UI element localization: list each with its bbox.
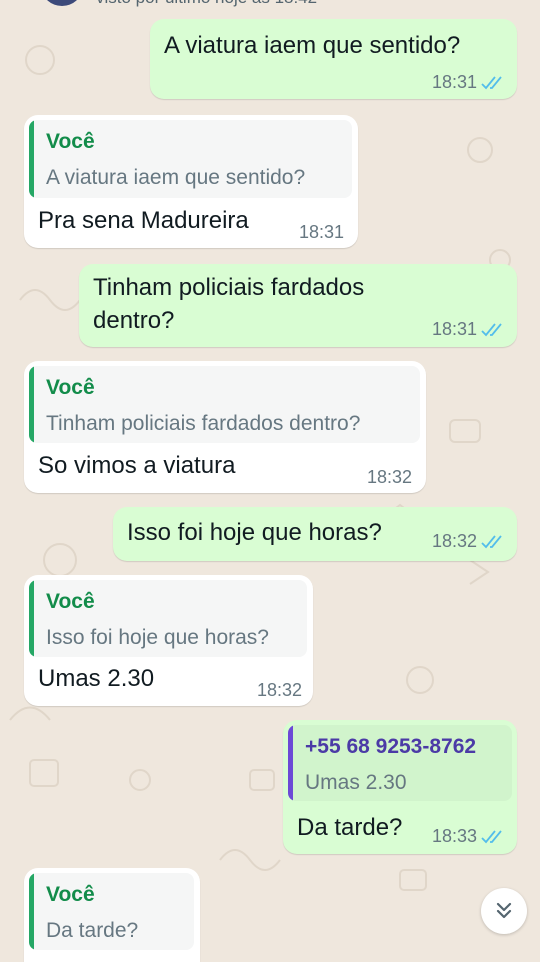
message-meta: 18:33 bbox=[432, 826, 505, 847]
message-text: So vimos a viatura bbox=[38, 452, 236, 479]
message-bubble-outgoing[interactable]: Isso foi hoje que horas? 18:32 bbox=[113, 507, 517, 561]
quote-accent-bar bbox=[288, 725, 293, 801]
quoted-message[interactable]: +55 68 9253-8762 Umas 2.30 bbox=[288, 725, 512, 801]
message-meta: 18:32 bbox=[367, 467, 412, 488]
message-meta: 18:31 bbox=[432, 319, 505, 340]
quote-accent-bar bbox=[29, 873, 34, 950]
read-ticks-icon bbox=[481, 75, 502, 89]
quote-text: Tinham policiais fardados dentro? bbox=[46, 412, 361, 435]
read-ticks-icon bbox=[481, 534, 502, 548]
message-meta: 18:32 bbox=[257, 680, 302, 701]
quote-text: Umas 2.30 bbox=[305, 771, 407, 794]
message-text: Umas 2.30 bbox=[38, 665, 155, 692]
chat-header: visto por último hoje às 18:42 bbox=[0, 0, 540, 8]
message-bubble-incoming[interactable]: Você Isso foi hoje que horas? Umas 2.30 … bbox=[24, 575, 313, 706]
message-text: Da tarde? bbox=[297, 814, 403, 841]
message-time: 18:31 bbox=[298, 222, 344, 242]
message-bubble-incoming[interactable]: Você A viatura iaem que sentido? Pra sen… bbox=[24, 115, 358, 248]
quoted-message[interactable]: Você Isso foi hoje que horas? bbox=[29, 580, 307, 657]
quoted-message[interactable]: Você Tinham policiais fardados dentro? bbox=[29, 366, 420, 443]
quote-author: Você bbox=[46, 590, 95, 613]
quote-author: +55 68 9253-8762 bbox=[305, 735, 477, 758]
quote-accent-bar bbox=[29, 366, 34, 443]
message-text: Isso foi hoje que horas? bbox=[127, 519, 382, 546]
quote-text: A viatura iaem que sentido? bbox=[46, 166, 306, 189]
quote-author: Você bbox=[46, 130, 95, 153]
message-time: 18:32 bbox=[366, 467, 412, 487]
message-bubble-incoming[interactable]: Você Tinham policiais fardados dentro? S… bbox=[24, 361, 426, 493]
message-meta: 18:31 bbox=[299, 222, 344, 243]
message-time: 18:32 bbox=[431, 531, 477, 551]
message-time: 18:31 bbox=[431, 72, 477, 92]
quoted-message[interactable]: Você A viatura iaem que sentido? bbox=[29, 120, 352, 198]
message-time: 18:33 bbox=[431, 826, 477, 846]
message-time: 18:31 bbox=[431, 319, 477, 339]
quoted-message[interactable]: Você Da tarde? bbox=[29, 873, 194, 950]
last-seen-status: visto por último hoje às 18:42 bbox=[96, 0, 317, 8]
message-text-line: dentro? bbox=[93, 307, 175, 334]
read-ticks-icon bbox=[481, 322, 502, 336]
message-meta: 18:31 bbox=[432, 72, 505, 93]
contact-avatar[interactable] bbox=[42, 0, 82, 6]
quote-accent-bar bbox=[29, 120, 34, 198]
message-time: 18:32 bbox=[256, 680, 302, 700]
message-bubble-outgoing[interactable]: +55 68 9253-8762 Umas 2.30 Da tarde? 18:… bbox=[283, 720, 517, 854]
message-meta: 18:32 bbox=[432, 531, 505, 552]
quote-author: Você bbox=[46, 376, 95, 399]
message-text-line: Tinham policiais fardados bbox=[93, 274, 365, 301]
message-text: Pra sena Madureira bbox=[38, 207, 249, 234]
read-ticks-icon bbox=[481, 829, 502, 843]
message-text: A viatura iaem que sentido? bbox=[164, 32, 461, 59]
double-chevron-down-icon bbox=[496, 902, 512, 919]
quote-text: Da tarde? bbox=[46, 919, 139, 942]
quote-text: Isso foi hoje que horas? bbox=[46, 626, 269, 649]
message-bubble-incoming[interactable]: Você Da tarde? bbox=[24, 868, 200, 962]
quote-author: Você bbox=[46, 883, 95, 906]
quote-accent-bar bbox=[29, 580, 34, 657]
message-bubble-outgoing[interactable]: Tinham policiais fardados dentro? 18:31 bbox=[79, 264, 517, 347]
scroll-to-bottom-button[interactable] bbox=[481, 888, 527, 934]
message-bubble-outgoing[interactable]: A viatura iaem que sentido? 18:31 bbox=[150, 19, 517, 99]
